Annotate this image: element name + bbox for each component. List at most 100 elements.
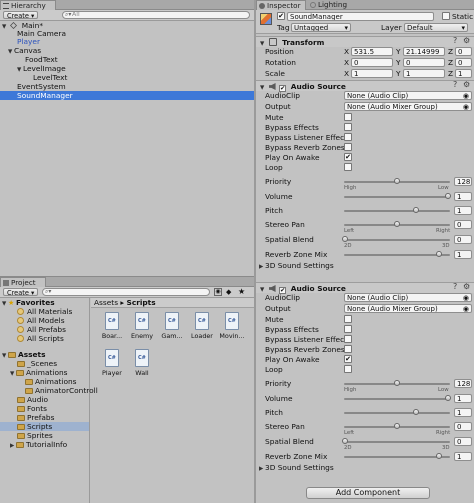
reverb-slider-track[interactable] [344, 456, 450, 458]
bypass-listener-checkbox[interactable] [344, 335, 352, 343]
3d-sound-settings-foldout[interactable]: ▶ 3D Sound Settings [256, 261, 474, 270]
output-field[interactable]: None (Audio Mixer Group) ◉ [344, 102, 472, 111]
project-search-input[interactable]: ⌕▾ [42, 288, 210, 296]
hierarchy-item-foodtext[interactable]: FoodText [0, 55, 254, 64]
tab-hierarchy[interactable]: Hierarchy [0, 0, 56, 10]
volume-input[interactable]: 1 [454, 394, 472, 403]
layer-dropdown[interactable]: Default ▾ [404, 23, 468, 32]
pitch-input[interactable]: 1 [454, 408, 472, 417]
tag-dropdown[interactable]: Untagged ▾ [291, 23, 351, 32]
hierarchy-item-player[interactable]: Player [0, 37, 254, 46]
filter-by-type-icon[interactable]: ◉ [214, 288, 222, 296]
favorite-star-icon[interactable]: ★ [238, 287, 246, 296]
volume-slider-track[interactable] [344, 398, 450, 400]
rotation-y-input[interactable]: 0 [403, 58, 445, 67]
bypass-effects-checkbox[interactable] [344, 325, 352, 333]
position-z-input[interactable]: 0 [455, 47, 472, 56]
script-asset-loader[interactable]: Loader [187, 312, 217, 340]
spatial-blend-slider-knob[interactable] [342, 438, 348, 444]
object-picker-icon[interactable]: ◉ [463, 305, 469, 312]
active-toggle-checkbox[interactable]: ✔ [277, 12, 285, 20]
volume-slider-track[interactable] [344, 196, 450, 198]
bypass-reverb-checkbox[interactable] [344, 143, 352, 151]
folder-animatorcontrollers[interactable]: AnimatorControll [0, 386, 98, 395]
rotation-x-input[interactable]: 0 [351, 58, 393, 67]
script-asset-gamemanager[interactable]: Gam... [157, 312, 187, 340]
pitch-input[interactable]: 1 [454, 206, 472, 215]
scale-z-input[interactable]: 1 [455, 69, 472, 78]
static-checkbox[interactable] [442, 12, 450, 20]
script-asset-player[interactable]: Player [97, 349, 127, 377]
audio-source-header[interactable]: ▼ ✔ Audio Source [256, 282, 474, 294]
add-component-button[interactable]: Add Component [306, 487, 430, 499]
pitch-slider-knob[interactable] [413, 409, 419, 415]
stereo-pan-slider-knob[interactable] [394, 221, 400, 227]
favorite-all-prefabs[interactable]: All Prefabs [0, 325, 89, 334]
position-y-input[interactable]: 21.14999 [403, 47, 445, 56]
volume-slider-knob[interactable] [445, 193, 451, 199]
stereo-pan-input[interactable]: 0 [454, 422, 472, 431]
folder-tutorialinfo[interactable]: ▶ TutorialInfo [0, 440, 89, 449]
reverb-input[interactable]: 1 [454, 452, 472, 461]
priority-input[interactable]: 128 [454, 177, 472, 186]
transform-gear-icon[interactable]: ⚙ [463, 37, 471, 45]
folder-audio[interactable]: Audio [0, 395, 89, 404]
hierarchy-item-soundmanager[interactable]: SoundManager [0, 91, 254, 100]
priority-input[interactable]: 128 [454, 379, 472, 388]
transform-help-icon[interactable]: ? [453, 37, 461, 45]
spatial-blend-slider-knob[interactable] [342, 236, 348, 242]
priority-slider-knob[interactable] [394, 380, 400, 386]
folder-animations[interactable]: ▼ Animations [0, 368, 89, 377]
folder-prefabs[interactable]: Prefabs [0, 413, 89, 422]
bypass-reverb-checkbox[interactable] [344, 345, 352, 353]
audioclip-field[interactable]: None (Audio Clip) ◉ [344, 91, 472, 100]
audio-source-header[interactable]: ▼ ✔ Audio Source [256, 80, 474, 92]
project-create-button[interactable]: Create ▾ [3, 288, 39, 297]
pitch-slider-track[interactable] [344, 210, 450, 212]
folder-fonts[interactable]: Fonts [0, 404, 89, 413]
object-picker-icon[interactable]: ◉ [463, 92, 469, 99]
script-asset-movingobject[interactable]: Movin... [217, 312, 247, 340]
bypass-effects-checkbox[interactable] [344, 123, 352, 131]
spatial-blend-input[interactable]: 0 [454, 235, 472, 244]
mute-checkbox[interactable] [344, 113, 352, 121]
folder-sprites[interactable]: Sprites [0, 431, 89, 440]
pitch-slider-track[interactable] [344, 412, 450, 414]
scale-x-input[interactable]: 1 [351, 69, 393, 78]
favorite-all-models[interactable]: All Models [0, 316, 89, 325]
volume-input[interactable]: 1 [454, 192, 472, 201]
stereo-pan-slider-knob[interactable] [394, 423, 400, 429]
spatial-blend-slider-track[interactable] [344, 441, 450, 443]
audio-source-help-icon[interactable]: ? [453, 283, 461, 291]
object-picker-icon[interactable]: ◉ [463, 294, 469, 301]
hierarchy-create-button[interactable]: Create ▾ [3, 11, 39, 20]
assets-row[interactable]: ▼ Assets [0, 350, 89, 359]
hierarchy-item-canvas[interactable]: ▼ Canvas [0, 46, 254, 55]
hierarchy-item-levelimage[interactable]: ▼ LevelImage [0, 64, 254, 73]
mute-checkbox[interactable] [344, 315, 352, 323]
favorite-all-materials[interactable]: All Materials [0, 307, 89, 316]
script-asset-wall[interactable]: Wall [127, 349, 157, 377]
reverb-input[interactable]: 1 [454, 250, 472, 259]
stereo-pan-input[interactable]: 0 [454, 220, 472, 229]
loop-checkbox[interactable] [344, 365, 352, 373]
hierarchy-search-input[interactable]: ⌕▾ All [62, 11, 250, 19]
hierarchy-item-leveltext[interactable]: LevelText [0, 73, 254, 82]
output-field[interactable]: None (Audio Mixer Group) ◉ [344, 304, 472, 313]
folder-scripts[interactable]: Scripts [0, 422, 89, 431]
object-picker-icon[interactable]: ◉ [463, 103, 469, 110]
bypass-listener-checkbox[interactable] [344, 133, 352, 141]
rotation-z-input[interactable]: 0 [455, 58, 472, 67]
audio-source-gear-icon[interactable]: ⚙ [463, 81, 471, 89]
3d-sound-settings-foldout[interactable]: ▶ 3D Sound Settings [256, 463, 474, 472]
spatial-blend-input[interactable]: 0 [454, 437, 472, 446]
breadcrumb-assets[interactable]: Assets [94, 298, 118, 307]
scale-y-input[interactable]: 1 [403, 69, 445, 78]
audio-source-gear-icon[interactable]: ⚙ [463, 283, 471, 291]
favorites-row[interactable]: ▼ ★ Favorites [0, 298, 89, 307]
loop-checkbox[interactable] [344, 163, 352, 171]
tab-lighting[interactable]: Lighting [308, 0, 356, 10]
filter-by-label-icon[interactable]: ◆ [226, 288, 234, 296]
tab-inspector[interactable]: Inspector [256, 0, 306, 10]
audioclip-field[interactable]: None (Audio Clip) ◉ [344, 293, 472, 302]
